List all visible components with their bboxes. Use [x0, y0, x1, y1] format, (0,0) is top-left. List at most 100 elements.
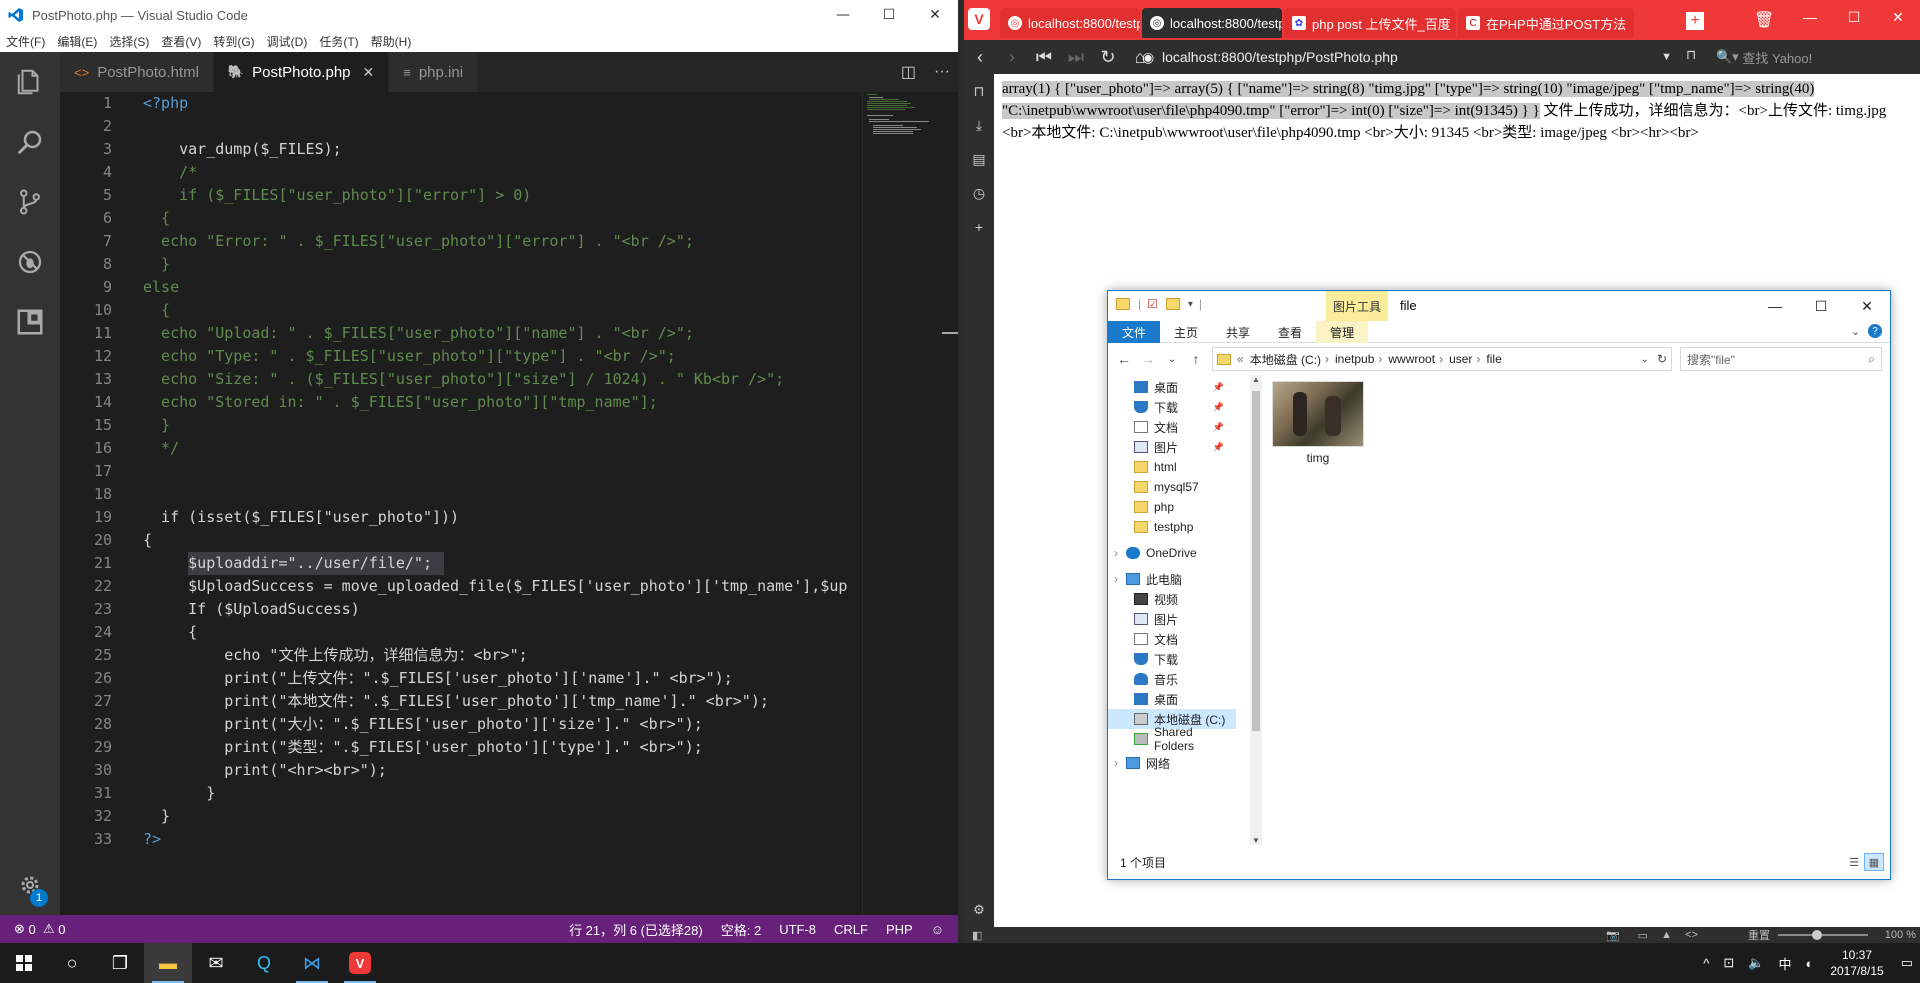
settings-gear-icon[interactable]: 1 — [0, 855, 60, 915]
expand-chevron-icon[interactable]: › — [1114, 756, 1118, 770]
ribbon-tab-share[interactable]: 共享 — [1212, 321, 1264, 343]
code-line[interactable]: 23 If ($UploadSuccess) — [60, 598, 860, 621]
code-line[interactable]: 28 print("大小：".$_FILES['user_photo']['si… — [60, 713, 860, 736]
nav-item[interactable]: › 此电脑 — [1108, 569, 1236, 589]
nav-item[interactable]: 下载 📌 — [1108, 397, 1236, 417]
code-line[interactable]: 6 { — [60, 207, 860, 230]
code-line[interactable]: 30 print("<hr><br>"); — [60, 759, 860, 782]
code-line[interactable]: 29 print("类型：".$_FILES['user_photo']['ty… — [60, 736, 860, 759]
search-engine-icon[interactable]: 🔍▾ — [1716, 49, 1739, 65]
menu-view[interactable]: 查看(V) — [161, 33, 201, 50]
scrollbar-thumb[interactable] — [1252, 391, 1260, 731]
large-icons-view-icon[interactable]: ▦ — [1864, 853, 1884, 871]
details-view-icon[interactable]: ☰ — [1844, 853, 1864, 871]
code-line[interactable]: 18 — [60, 483, 860, 506]
nav-item[interactable]: › 网络 — [1108, 753, 1236, 773]
code-line[interactable]: 10 { — [60, 299, 860, 322]
ribbon-tab-file[interactable]: 文件 — [1108, 321, 1161, 343]
reload-icon[interactable]: ↻ — [1092, 47, 1124, 68]
menu-edit[interactable]: 编辑(E) — [57, 33, 97, 50]
maximize-icon[interactable]: ☐ — [1798, 291, 1844, 321]
menu-help[interactable]: 帮助(H) — [371, 33, 412, 50]
settings-gear-icon[interactable]: ⚙ — [964, 893, 994, 927]
address-bar[interactable]: ◉ localhost:8800/testphp/PostPhoto.php ▼ — [1142, 45, 1672, 69]
code-line[interactable]: 1 <?php — [60, 92, 860, 115]
ribbon-tab-view[interactable]: 查看 — [1264, 321, 1316, 343]
browser-tab-2[interactable]: ◎ localhost:8800/testphp/ — [1142, 8, 1282, 38]
panel-toggle-icon[interactable]: ◧ — [972, 929, 982, 942]
vscode-taskbar-icon[interactable]: ⋈ — [288, 943, 336, 983]
overflow-chevron[interactable]: « — [1237, 352, 1244, 366]
problems-indicator[interactable]: ⊗ 0 ⚠ 0 — [14, 921, 66, 937]
expand-chevron-icon[interactable]: › — [1114, 572, 1118, 586]
tiling-icon[interactable]: ▭ — [1638, 929, 1648, 942]
minimize-icon[interactable]: — — [820, 0, 866, 30]
cursor-position[interactable]: 行 21，列 6 (已选择28) — [569, 920, 703, 939]
feedback-smiley-icon[interactable]: ☺ — [931, 922, 944, 937]
show-hidden-icons-icon[interactable]: ^ — [1703, 956, 1709, 971]
back-icon[interactable]: ‹ — [964, 47, 996, 68]
browser-tab-4[interactable]: C 在PHP中通过POST方法 — [1458, 8, 1634, 38]
maximize-icon[interactable]: ☐ — [1832, 0, 1876, 34]
code-line[interactable]: 25 echo "文件上传成功，详细信息为：<br>"; — [60, 644, 860, 667]
breadcrumb-file[interactable]: file — [1486, 352, 1501, 366]
tab-php-ini[interactable]: ≡ php.ini — [389, 52, 478, 92]
browser-search-field[interactable]: 🔍▾ 查找 Yahoo! — [1712, 46, 1912, 68]
nav-item[interactable]: mysql57 — [1108, 477, 1236, 497]
customize-dropdown-icon[interactable]: ▾ — [1188, 299, 1193, 310]
split-editor-icon[interactable]: ◫ — [901, 62, 916, 82]
code-line[interactable]: 15 } — [60, 414, 860, 437]
zoom-slider-knob[interactable] — [1812, 930, 1822, 940]
qq-browser-icon[interactable]: Q — [240, 943, 288, 983]
vivaldi-taskbar-icon[interactable]: V — [336, 943, 384, 983]
code-line[interactable]: 20 { — [60, 529, 860, 552]
qq-tray-icon[interactable]: ◐ — [1805, 956, 1813, 971]
refresh-icon[interactable]: ↻ — [1657, 352, 1667, 366]
code-line[interactable]: 16 */ — [60, 437, 860, 460]
close-icon[interactable]: ✕ — [912, 0, 958, 30]
code-line[interactable]: 7 echo "Error: " . $_FILES["user_photo"]… — [60, 230, 860, 253]
navigation-scrollbar[interactable]: ▲ ▼ — [1250, 375, 1262, 845]
rewind-icon[interactable]: ⏮ — [1028, 47, 1060, 68]
picture-tools-tab[interactable]: 图片工具 — [1326, 291, 1388, 321]
code-line[interactable]: 3 var_dump($_FILES); — [60, 138, 860, 161]
forward-icon[interactable]: › — [996, 47, 1028, 68]
code-line[interactable]: 11 echo "Upload: " . $_FILES["user_photo… — [60, 322, 860, 345]
encoding[interactable]: UTF-8 — [779, 922, 816, 937]
breadcrumb-wwwroot[interactable]: wwwroot — [1388, 352, 1435, 366]
nav-item[interactable]: › OneDrive — [1108, 543, 1236, 563]
scroll-up-icon[interactable]: ▲ — [1252, 375, 1260, 384]
nav-item[interactable]: php — [1108, 497, 1236, 517]
code-line[interactable]: 22 $UploadSuccess = move_uploaded_file($… — [60, 575, 860, 598]
minimize-icon[interactable]: — — [1752, 291, 1798, 321]
nav-item[interactable]: 桌面 — [1108, 689, 1236, 709]
code-line[interactable]: 31 } — [60, 782, 860, 805]
expand-chevron-icon[interactable]: › — [1114, 546, 1118, 560]
page-actions-icon[interactable]: <> — [1685, 929, 1698, 941]
vivaldi-logo-icon[interactable]: V — [968, 8, 990, 30]
code-line[interactable]: 21 $uploaddir="../user/file/"; — [60, 552, 860, 575]
extensions-icon[interactable] — [0, 292, 60, 352]
scroll-down-icon[interactable]: ▼ — [1252, 836, 1260, 845]
explorer-icon[interactable] — [0, 52, 60, 112]
path-breadcrumb[interactable]: « 本地磁盘 (C:) › inetpub › wwwroot › user › fil… — [1212, 347, 1672, 371]
new-tab-icon[interactable]: + — [1686, 12, 1704, 30]
fast-forward-icon[interactable]: ⏭ — [1060, 47, 1092, 68]
volume-icon[interactable]: 🔈 — [1748, 955, 1764, 971]
code-line[interactable]: 26 print("上传文件：".$_FILES['user_photo']['… — [60, 667, 860, 690]
expand-ribbon-icon[interactable]: ⌄ — [1851, 325, 1860, 338]
debug-icon[interactable] — [0, 232, 60, 292]
dropdown-icon[interactable]: ▼ — [1661, 51, 1672, 63]
close-tab-icon[interactable]: ✕ — [363, 64, 375, 81]
code-line[interactable]: 32 } — [60, 805, 860, 828]
notes-icon[interactable]: ▤ — [964, 142, 994, 176]
nav-item[interactable]: 桌面 📌 — [1108, 377, 1236, 397]
tab-postphoto-php[interactable]: 🐘 PostPhoto.php ✕ — [213, 52, 389, 92]
add-panel-icon[interactable]: + — [964, 210, 994, 244]
input-method[interactable]: 中 — [1778, 954, 1791, 973]
downloads-icon[interactable]: ⤓ — [964, 108, 994, 142]
menu-file[interactable]: 文件(F) — [6, 33, 45, 50]
menu-goto[interactable]: 转到(G) — [213, 33, 254, 50]
minimap[interactable] — [862, 92, 942, 915]
capture-icon[interactable]: 📷 — [1606, 929, 1620, 942]
